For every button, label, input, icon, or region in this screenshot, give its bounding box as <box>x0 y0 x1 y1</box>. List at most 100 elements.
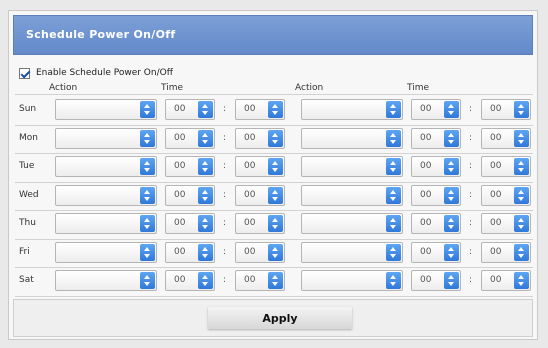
schedule-row-tue: Tue 00: 00 00: 00 <box>15 154 533 180</box>
minute-select-2[interactable]: 00 <box>481 156 531 177</box>
action-select-2[interactable] <box>301 241 403 263</box>
select-arrows-icon[interactable] <box>514 158 529 175</box>
minute-select-1-value: 00 <box>244 104 256 114</box>
select-arrows-icon[interactable] <box>198 186 213 204</box>
time-separator: : <box>469 132 473 143</box>
action-select-1[interactable] <box>55 156 157 177</box>
select-arrows-icon[interactable] <box>386 272 401 289</box>
hour-select-1[interactable]: 00 <box>165 99 215 120</box>
hour-select-1[interactable]: 00 <box>165 127 215 149</box>
column-header-action-1: Action <box>49 83 78 93</box>
minute-select-2-value: 00 <box>490 132 502 143</box>
select-arrows-icon[interactable] <box>268 215 283 232</box>
action-select-1[interactable] <box>55 270 157 291</box>
hour-select-2[interactable]: 00 <box>411 270 461 291</box>
select-arrows-icon[interactable] <box>444 158 459 175</box>
hour-select-2[interactable]: 00 <box>411 127 461 149</box>
minute-select-2[interactable]: 00 <box>481 184 531 206</box>
minute-select-1[interactable]: 00 <box>235 127 285 149</box>
select-arrows-icon[interactable] <box>514 272 529 289</box>
minute-select-2[interactable]: 00 <box>481 270 531 291</box>
select-arrows-icon[interactable] <box>514 101 529 118</box>
apply-button[interactable]: Apply <box>208 307 352 329</box>
select-arrows-icon[interactable] <box>140 215 155 232</box>
select-arrows-icon[interactable] <box>444 272 459 289</box>
hour-select-2[interactable]: 00 <box>411 184 461 206</box>
hour-select-1[interactable]: 00 <box>165 241 215 263</box>
hour-select-2[interactable]: 00 <box>411 99 461 120</box>
hour-select-1[interactable]: 00 <box>165 270 215 291</box>
select-arrows-icon[interactable] <box>444 186 459 204</box>
hour-select-2-value: 00 <box>420 246 432 257</box>
select-arrows-icon[interactable] <box>140 272 155 289</box>
time-separator: : <box>223 132 227 143</box>
action-select-2[interactable] <box>301 127 403 149</box>
select-arrows-icon[interactable] <box>268 243 283 261</box>
select-arrows-icon[interactable] <box>514 129 529 147</box>
action-select-2[interactable] <box>301 270 403 291</box>
minute-select-2[interactable]: 00 <box>481 127 531 149</box>
minute-select-1[interactable]: 00 <box>235 184 285 206</box>
action-select-2[interactable] <box>301 213 403 234</box>
hour-select-1[interactable]: 00 <box>165 213 215 234</box>
select-arrows-icon[interactable] <box>198 101 213 118</box>
hour-select-1[interactable]: 00 <box>165 184 215 206</box>
select-arrows-icon[interactable] <box>198 215 213 232</box>
action-select-1[interactable] <box>55 127 157 149</box>
action-select-1[interactable] <box>55 241 157 263</box>
schedule-row-sat: Sat 00: 00 00: 00 <box>15 268 533 294</box>
minute-select-2[interactable]: 00 <box>481 99 531 120</box>
day-label: Fri <box>19 246 30 257</box>
action-select-2[interactable] <box>301 156 403 177</box>
select-arrows-icon[interactable] <box>386 158 401 175</box>
time-separator: : <box>223 189 227 200</box>
enable-schedule-row[interactable]: Enable Schedule Power On/Off <box>19 66 173 80</box>
select-arrows-icon[interactable] <box>198 243 213 261</box>
select-arrows-icon[interactable] <box>268 186 283 204</box>
select-arrows-icon[interactable] <box>514 186 529 204</box>
hour-select-1[interactable]: 00 <box>165 156 215 177</box>
select-arrows-icon[interactable] <box>198 158 213 175</box>
minute-select-1[interactable]: 00 <box>235 213 285 234</box>
hour-select-2[interactable]: 00 <box>411 213 461 234</box>
select-arrows-icon[interactable] <box>268 129 283 147</box>
hour-select-2[interactable]: 00 <box>411 156 461 177</box>
select-arrows-icon[interactable] <box>514 243 529 261</box>
select-arrows-icon[interactable] <box>514 215 529 232</box>
select-arrows-icon[interactable] <box>444 101 459 118</box>
select-arrows-icon[interactable] <box>386 215 401 232</box>
select-arrows-icon[interactable] <box>198 272 213 289</box>
minute-select-1[interactable]: 00 <box>235 270 285 291</box>
select-arrows-icon[interactable] <box>198 129 213 147</box>
hour-select-2[interactable]: 00 <box>411 241 461 263</box>
action-select-1[interactable] <box>55 99 157 120</box>
select-arrows-icon[interactable] <box>140 129 155 147</box>
select-arrows-icon[interactable] <box>268 101 283 118</box>
action-select-2[interactable] <box>301 99 403 120</box>
select-arrows-icon[interactable] <box>386 243 401 261</box>
minute-select-1[interactable]: 00 <box>235 156 285 177</box>
select-arrows-icon[interactable] <box>386 101 401 118</box>
select-arrows-icon[interactable] <box>268 158 283 175</box>
minute-select-1[interactable]: 00 <box>235 99 285 120</box>
action-select-1[interactable] <box>55 213 157 234</box>
select-arrows-icon[interactable] <box>140 186 155 204</box>
select-arrows-icon[interactable] <box>140 158 155 175</box>
select-arrows-icon[interactable] <box>386 186 401 204</box>
panel-footer: Apply <box>13 299 533 337</box>
schedule-row-wed: Wed 00: 00 00: 00 <box>15 183 533 209</box>
hour-select-1-value: 00 <box>174 161 186 171</box>
select-arrows-icon[interactable] <box>140 101 155 118</box>
select-arrows-icon[interactable] <box>140 243 155 261</box>
minute-select-2[interactable]: 00 <box>481 213 531 234</box>
action-select-2[interactable] <box>301 184 403 206</box>
enable-schedule-checkbox[interactable] <box>19 67 30 79</box>
minute-select-1[interactable]: 00 <box>235 241 285 263</box>
select-arrows-icon[interactable] <box>268 272 283 289</box>
select-arrows-icon[interactable] <box>444 215 459 232</box>
action-select-1[interactable] <box>55 184 157 206</box>
select-arrows-icon[interactable] <box>386 129 401 147</box>
select-arrows-icon[interactable] <box>444 129 459 147</box>
minute-select-2[interactable]: 00 <box>481 241 531 263</box>
select-arrows-icon[interactable] <box>444 243 459 261</box>
